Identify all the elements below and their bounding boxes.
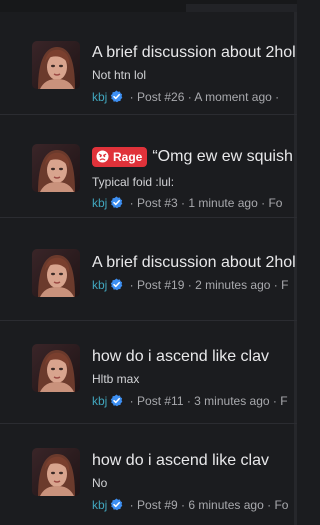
- username-link[interactable]: kbj: [92, 196, 107, 210]
- post-meta: kbj · Post #3 · 1 minute ago · Fo: [92, 195, 297, 211]
- post-time: A moment ago: [194, 90, 272, 104]
- post-number-link[interactable]: Post #3: [137, 196, 178, 210]
- avatar[interactable]: [32, 448, 80, 496]
- thread-title-text: A brief discussion about 2hol: [92, 44, 296, 61]
- separator-dot: ·: [269, 394, 281, 408]
- activity-feed: A brief discussion about 2hol Not htn lo…: [0, 12, 297, 525]
- separator-dot: ·: [126, 498, 138, 512]
- avatar[interactable]: [32, 144, 80, 192]
- separator-dot: ·: [177, 498, 189, 512]
- forum-link-truncated[interactable]: Fo: [274, 498, 288, 512]
- feed-item[interactable]: A brief discussion about 2hol Not htn lo…: [0, 12, 297, 115]
- thread-title-row: Rage “Omg ew ew squish: [92, 146, 297, 168]
- post-snippet: Typical foid :lul:: [92, 175, 175, 189]
- separator-dot: ·: [126, 278, 138, 292]
- thread-title-text: how do i ascend like clav: [92, 348, 269, 365]
- thread-title[interactable]: how do i ascend like clav: [92, 450, 297, 472]
- feed-item[interactable]: A brief discussion about 2hol kbj · Post…: [0, 218, 297, 321]
- post-snippet: Hltb max: [92, 372, 140, 386]
- verified-badge-icon: [110, 196, 123, 209]
- separator-dot: ·: [270, 278, 282, 292]
- separator-dot: ·: [184, 278, 196, 292]
- username-link[interactable]: kbj: [92, 394, 107, 408]
- separator-dot: ·: [126, 196, 138, 210]
- separator-dot: ·: [184, 90, 195, 104]
- feed-item[interactable]: how do i ascend like clav No kbj · Post …: [0, 424, 297, 525]
- post-meta: kbj · Post #26 · A moment ago ·: [92, 89, 297, 105]
- avatar[interactable]: [32, 344, 80, 392]
- post-snippet: No: [92, 476, 108, 490]
- post-number-link[interactable]: Post #9: [137, 498, 178, 512]
- separator-dot: ·: [257, 196, 269, 210]
- post-number-link[interactable]: Post #11: [137, 394, 183, 408]
- thread-title[interactable]: “Omg ew ew squish: [152, 148, 293, 165]
- separator-dot: ·: [126, 394, 138, 408]
- post-number-link[interactable]: Post #26: [137, 90, 184, 104]
- top-bar-tab-edge: [186, 4, 297, 12]
- username-link[interactable]: kbj: [92, 278, 107, 292]
- post-time: 1 minute ago: [188, 196, 258, 210]
- post-snippet: Not htn lol: [92, 68, 147, 82]
- forum-link-truncated[interactable]: ·: [275, 90, 279, 104]
- thread-title-text: A brief discussion about 2hol: [92, 254, 296, 271]
- post-meta: kbj · Post #19 · 2 minutes ago · F: [92, 277, 297, 293]
- separator-dot: ·: [263, 498, 275, 512]
- activity-feed-page: A brief discussion about 2hol Not htn lo…: [0, 0, 297, 525]
- rage-reaction-badge: Rage: [92, 147, 148, 167]
- forum-link-truncated[interactable]: Fo: [268, 196, 282, 210]
- feed-item[interactable]: Rage “Omg ew ew squish Typical foid :lul:…: [0, 115, 297, 218]
- post-time: 3 minutes ago: [194, 394, 270, 408]
- post-meta: kbj · Post #11 · 3 minutes ago · F: [92, 393, 297, 409]
- thread-title[interactable]: A brief discussion about 2hol: [92, 252, 297, 274]
- top-bar-edge: [0, 0, 297, 12]
- post-number-link[interactable]: Post #19: [137, 278, 184, 292]
- separator-dot: ·: [183, 394, 195, 408]
- separator-dot: ·: [126, 90, 138, 104]
- feed-item[interactable]: how do i ascend like clav Hltb max kbj ·…: [0, 321, 297, 424]
- avatar[interactable]: [32, 249, 80, 297]
- username-link[interactable]: kbj: [92, 90, 107, 104]
- thread-title[interactable]: A brief discussion about 2hol: [92, 42, 297, 64]
- verified-badge-icon: [110, 278, 123, 291]
- angry-face-icon: [96, 149, 109, 163]
- badge-label: Rage: [113, 150, 143, 164]
- verified-badge-icon: [110, 394, 123, 407]
- thread-title-text: how do i ascend like clav: [92, 452, 269, 469]
- thread-title[interactable]: how do i ascend like clav: [92, 346, 297, 368]
- verified-badge-icon: [110, 90, 123, 103]
- verified-badge-icon: [110, 498, 123, 511]
- avatar[interactable]: [32, 41, 80, 89]
- post-meta: kbj · Post #9 · 6 minutes ago · Fo: [92, 497, 297, 513]
- separator-dot: ·: [177, 196, 189, 210]
- forum-link-truncated[interactable]: F: [280, 394, 287, 408]
- post-time: 6 minutes ago: [188, 498, 264, 512]
- username-link[interactable]: kbj: [92, 498, 107, 512]
- post-time: 2 minutes ago: [195, 278, 271, 292]
- forum-link-truncated[interactable]: F: [281, 278, 288, 292]
